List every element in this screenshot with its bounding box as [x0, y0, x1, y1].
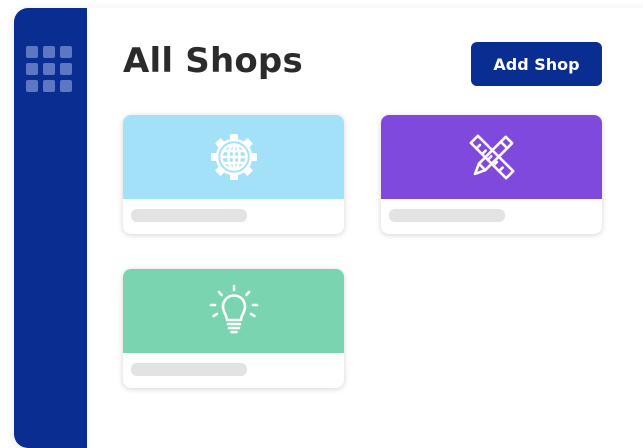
shop-card[interactable] — [123, 115, 344, 234]
pencil-ruler-icon — [468, 134, 515, 180]
add-shop-button[interactable]: Add Shop — [471, 42, 602, 86]
page-title: All Shops — [123, 41, 303, 81]
sidebar — [14, 8, 87, 448]
shop-card[interactable] — [381, 115, 602, 234]
lightbulb-icon — [209, 284, 258, 334]
grid-menu-icon[interactable] — [26, 46, 72, 92]
shop-card[interactable] — [123, 269, 344, 388]
shop-name-placeholder — [131, 209, 247, 222]
shop-card-banner — [123, 269, 344, 353]
shop-card-banner — [381, 115, 602, 199]
shop-card-banner — [123, 115, 344, 199]
app-window: All Shops Add Shop — [14, 8, 643, 448]
globe-gear-icon — [210, 134, 257, 180]
shop-name-placeholder — [389, 209, 505, 222]
shop-name-placeholder — [131, 363, 247, 376]
